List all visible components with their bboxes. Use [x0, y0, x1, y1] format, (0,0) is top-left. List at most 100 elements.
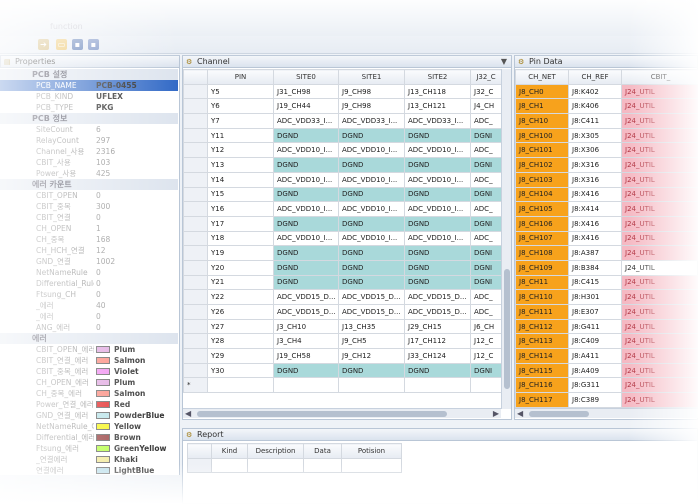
property-row[interactable]: Ftsung_CH 0 [0, 289, 178, 300]
site-cell[interactable]: ADC_ [470, 171, 502, 188]
table-row[interactable]: Y12 ADC_VDD10_I... ADC_VDD10_I... ADC_VDD10… [183, 142, 502, 159]
row-header[interactable] [183, 348, 208, 364]
site-cell[interactable]: J29_CH15 [404, 318, 471, 335]
property-row[interactable]: Ftsung_에러 GreenYellow [0, 443, 178, 454]
pin-data-cell[interactable]: J24_UTIL [621, 259, 698, 276]
property-row[interactable]: ANG_에러 0 [0, 322, 178, 333]
pin-data-cell[interactable]: J24_UTIL [621, 157, 698, 173]
property-row[interactable]: NetNameRule 0 [0, 267, 178, 278]
pin-data-cell[interactable]: J8_CH113 [515, 333, 569, 350]
column-header-site1[interactable]: SITE1 [338, 69, 405, 85]
channel-hscroll-thumb[interactable] [197, 411, 447, 417]
pin-data-cell[interactable]: J24_UTIL [621, 377, 698, 394]
site-cell[interactable]: ADC_ [470, 289, 502, 305]
property-row[interactable]: CBIT_연결 0 [0, 212, 178, 223]
property-row[interactable]: CBIT_연결_에러 Salmon [0, 355, 178, 366]
site-cell[interactable]: ADC_VDD10_I... [404, 171, 471, 188]
site-cell[interactable]: DGND [338, 186, 405, 203]
pin-cell[interactable]: Y28 [207, 333, 274, 350]
table-row[interactable]: J8_CH101 J8:X306 J24_UTIL [515, 142, 698, 159]
site-cell[interactable]: DGND [404, 245, 471, 261]
pin-data-cell[interactable]: J8:X416 [568, 215, 622, 232]
pin-data-cell[interactable]: J8_CH0 [515, 83, 569, 100]
row-header[interactable] [183, 98, 208, 115]
pin-data-cell[interactable]: J8:A387 [568, 245, 622, 261]
property-category[interactable]: 에러 [0, 333, 178, 344]
row-header[interactable] [183, 333, 208, 350]
table-row[interactable]: J8_CH117 J8:C389 J24_UTIL [515, 392, 698, 408]
property-row[interactable]: Differential_Rule 0 [0, 278, 178, 289]
pin-data-cell[interactable]: J8_CH117 [515, 392, 569, 408]
row-header[interactable] [183, 142, 208, 159]
site-cell[interactable]: J9_CH5 [338, 333, 405, 350]
pin-data-cell[interactable]: J8_CH105 [515, 201, 569, 217]
pin-cell[interactable]: Y11 [207, 127, 274, 144]
pin-cell[interactable]: Y15 [207, 186, 274, 203]
site-cell[interactable]: ADC_VDD33_I... [338, 113, 405, 129]
site-cell[interactable]: DGND [404, 215, 471, 232]
pin-data-cell[interactable]: J8:H301 [568, 289, 622, 305]
property-row[interactable]: CBIT_OPEN 0 [0, 190, 178, 201]
site-cell[interactable] [470, 377, 502, 394]
pin-data-cell[interactable]: J24_UTIL [621, 348, 698, 364]
site-cell[interactable]: DGND [273, 362, 339, 379]
site-cell[interactable]: J3_CH4 [273, 333, 339, 350]
property-row[interactable]: CH_OPEN 1 [0, 223, 178, 234]
pin-data-cell[interactable]: J24_UTIL [621, 362, 698, 379]
table-row[interactable]: Y20 DGND DGND DGND DGNI [183, 259, 502, 276]
row-header[interactable] [183, 318, 208, 335]
pin-data-cell[interactable]: J24_UTIL [621, 289, 698, 305]
pin-data-cell[interactable]: J24_UTIL [621, 171, 698, 188]
site-cell[interactable]: DGND [273, 215, 339, 232]
pin-cell[interactable]: Y19 [207, 245, 274, 261]
pin-data-cell[interactable]: J24_UTIL [621, 215, 698, 232]
property-row[interactable]: 연결에러 LightBlue [0, 465, 178, 476]
pin-cell[interactable]: Y16 [207, 201, 274, 217]
pin-data-cell[interactable]: J8_CH115 [515, 362, 569, 379]
pin-data-cell[interactable]: J8:C411 [568, 113, 622, 129]
property-row[interactable]: PCB_NAME PCB-0455 [0, 80, 178, 91]
pin-data-cell[interactable]: J24_UTIL [621, 186, 698, 203]
site-cell[interactable]: DGND [273, 245, 339, 261]
site-cell[interactable]: DGNI [470, 245, 502, 261]
property-row[interactable]: Power_연결_에러 Red [0, 399, 178, 410]
column-header-pin[interactable]: PIN [207, 69, 274, 85]
table-row[interactable]: J8_CH113 J8:C409 J24_UTIL [515, 333, 698, 350]
site-cell[interactable]: DGNI [470, 186, 502, 203]
pin-data-cell[interactable]: J8_CH116 [515, 377, 569, 394]
pin-data-cell[interactable]: J24_UTIL [621, 304, 698, 320]
pin-data-cell[interactable]: J8:X414 [568, 201, 622, 217]
pin-data-cell[interactable]: J8:X416 [568, 230, 622, 247]
site-cell[interactable]: ADC_VDD10_I... [273, 230, 339, 247]
table-row[interactable]: Y22 ADC_VDD15_D... ADC_VDD15_D... ADC_VDD15… [183, 289, 502, 305]
table-row[interactable]: J8_CH110 J8:H301 J24_UTIL [515, 289, 698, 305]
pin-data-cell[interactable]: J8:G311 [568, 377, 622, 394]
property-row[interactable]: _에러 0 [0, 311, 178, 322]
property-row[interactable]: CH_OPEN_에러 Plum [0, 377, 178, 388]
table-row[interactable]: J8_CH106 J8:X416 J24_UTIL [515, 215, 698, 232]
site-cell[interactable]: DGND [338, 127, 405, 144]
table-row[interactable]: J8_CH115 J8:A409 J24_UTIL [515, 362, 698, 379]
pin-data-cell[interactable]: J24_UTIL [621, 83, 698, 100]
property-row[interactable]: CBIT_중복 300 [0, 201, 178, 212]
column-header-data[interactable]: Data [303, 443, 342, 459]
site-cell[interactable]: ADC_VDD10_I... [273, 142, 339, 159]
pin-data-cell[interactable]: J24_UTIL [621, 274, 698, 291]
property-row[interactable]: GND_연결_에러 PowderBlue [0, 410, 178, 421]
table-row[interactable]: J8_CH0 J8:K402 J24_UTIL [515, 83, 698, 100]
table-row[interactable]: Y14 ADC_VDD10_I... ADC_VDD10_I... ADC_VDD10… [183, 171, 502, 188]
site-cell[interactable]: ADC_VDD15_D... [404, 289, 471, 305]
site-cell[interactable]: J12_C [470, 333, 502, 350]
site-cell[interactable]: ADC_VDD10_I... [338, 201, 405, 217]
row-header[interactable] [183, 230, 208, 247]
pin-data-cell[interactable]: J8_CH111 [515, 304, 569, 320]
pin-data-cell[interactable]: J8_CH100 [515, 127, 569, 144]
table-row[interactable]: J8_CH111 J8:E307 J24_UTIL [515, 304, 698, 320]
site-cell[interactable] [338, 377, 405, 394]
pin-data-cell[interactable]: J24_UTIL [621, 245, 698, 261]
table-row[interactable]: J8_CH1 J8:K406 J24_UTIL [515, 98, 698, 115]
table-row[interactable]: J8_CH108 J8:A387 J24_UTIL [515, 245, 698, 261]
table-row[interactable]: J8_CH103 J8:X316 J24_UTIL [515, 171, 698, 188]
site-cell[interactable]: J33_CH124 [404, 348, 471, 364]
pin-cell[interactable]: Y14 [207, 171, 274, 188]
